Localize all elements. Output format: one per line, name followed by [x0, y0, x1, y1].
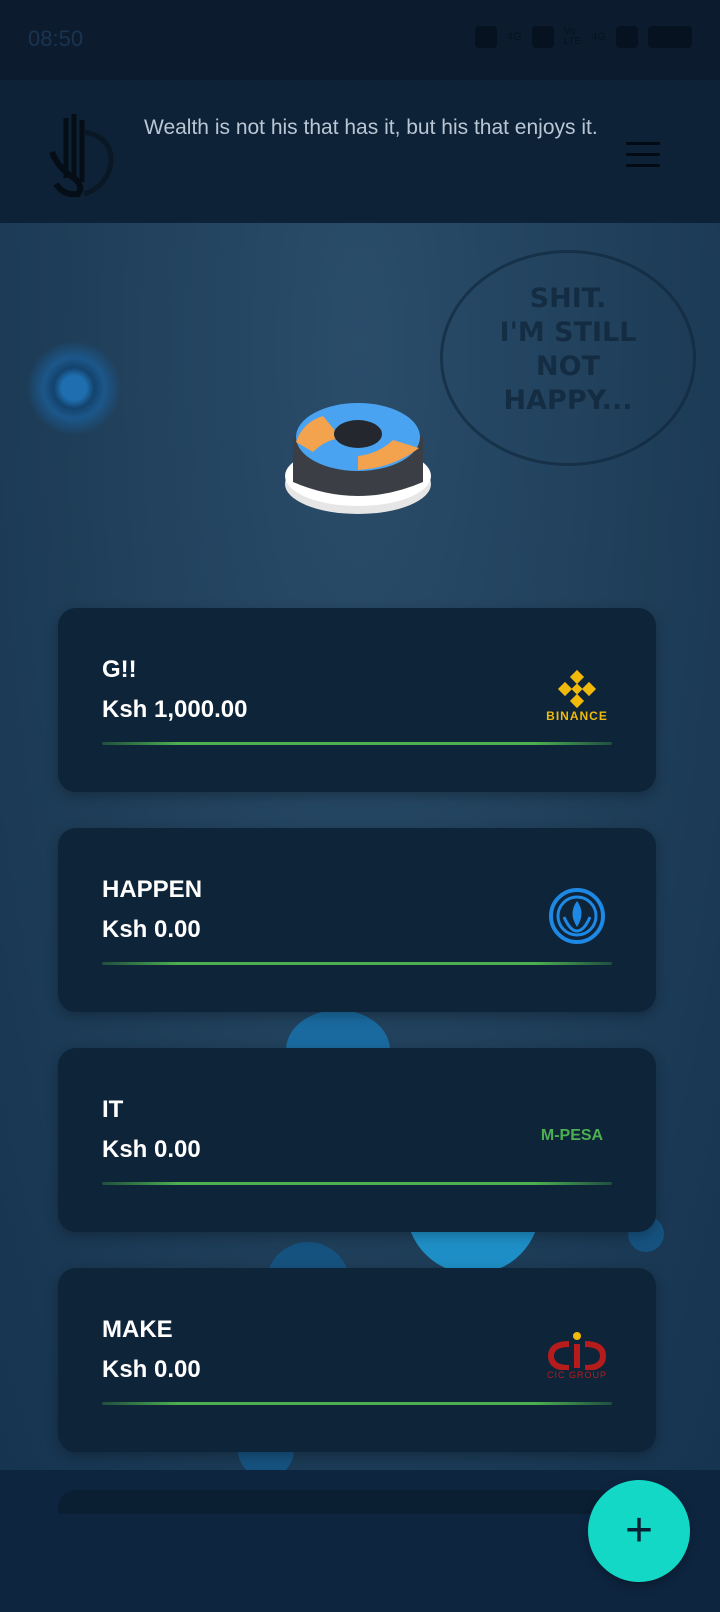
account-card[interactable]: G!! Ksh 1,000.00 BINANCE	[58, 608, 656, 792]
volte-label: Vo LTE	[563, 26, 582, 47]
add-button[interactable]: +	[588, 1480, 690, 1582]
account-name: MAKE	[102, 1316, 173, 1343]
account-progress-line	[102, 1182, 612, 1185]
status-time: 08:50	[28, 26, 84, 51]
network-4g-label: 4G	[507, 31, 522, 43]
bank-emblem-icon	[542, 884, 612, 948]
account-amount: Ksh 1,000.00	[102, 696, 248, 723]
donut-chart-icon	[285, 403, 431, 514]
battery-icon	[648, 26, 692, 48]
account-amount: Ksh 0.00	[102, 916, 201, 943]
mpesa-logo-icon: M-PESA	[540, 1127, 604, 1144]
account-progress-line	[102, 1402, 612, 1405]
thought-bubble-text: SHIT. I'M STILL NOT HAPPY...	[499, 283, 637, 416]
status-bar: 08:50 4G Vo LTE 4G	[0, 0, 720, 80]
header-quote: Wealth is not his that has it, but his t…	[144, 116, 598, 139]
account-name: G!!	[102, 656, 137, 683]
status-icons: 4G Vo LTE 4G	[475, 26, 692, 48]
account-progress-line	[102, 742, 612, 745]
hamburger-icon[interactable]	[626, 142, 660, 168]
binance-logo-icon: BINANCE	[542, 664, 612, 728]
account-name: IT	[102, 1096, 124, 1123]
signal-icon-2	[616, 26, 638, 48]
cic-group-logo-icon: CIC GROUP	[542, 1324, 612, 1388]
account-card-peek[interactable]	[58, 1490, 656, 1514]
account-name: HAPPEN	[102, 876, 203, 903]
plus-icon: +	[624, 1504, 654, 1557]
account-card[interactable]: HAPPEN Ksh 0.00	[58, 828, 656, 1012]
account-progress-line	[102, 962, 612, 965]
account-card[interactable]: MAKE Ksh 0.00 CIC GROUP	[58, 1268, 656, 1452]
account-card[interactable]: IT Ksh 0.00 M-PESA	[58, 1048, 656, 1232]
account-amount: Ksh 0.00	[102, 1136, 201, 1163]
app-logo-icon	[49, 114, 114, 198]
signal-icon	[531, 26, 554, 48]
network-4g-label-2: 4G	[591, 31, 606, 43]
account-amount: Ksh 0.00	[102, 1356, 201, 1383]
alarm-icon	[475, 26, 498, 48]
swirl-icon[interactable]	[26, 340, 122, 436]
